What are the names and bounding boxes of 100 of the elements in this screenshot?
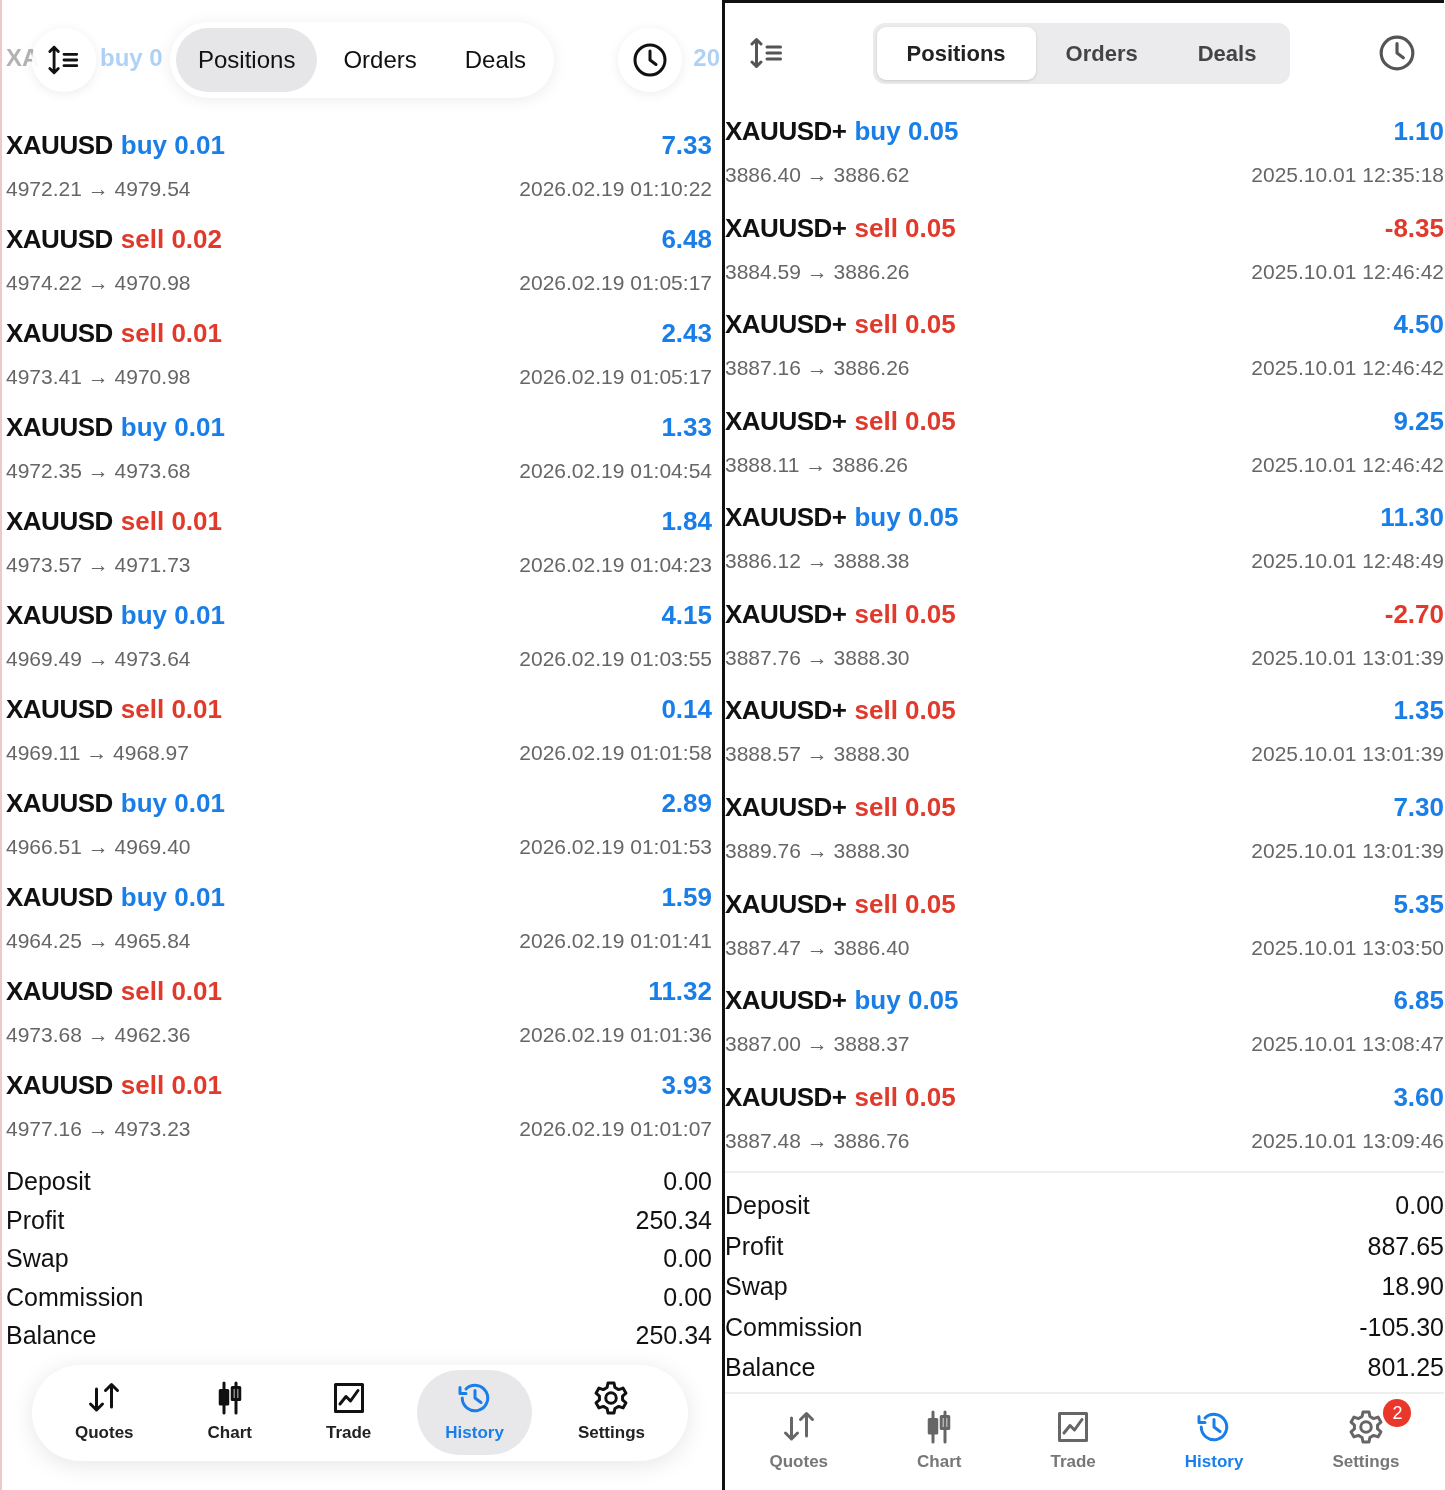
time-text: 2026.02.19 01:05:17: [519, 269, 712, 296]
symbol-text: XAUUSD+: [725, 985, 847, 1016]
summary-label: Balance: [6, 1320, 97, 1351]
profit-text: 6.48: [661, 222, 712, 256]
profit-text: 2.43: [661, 316, 712, 350]
nav-tab[interactable]: Settings 2: [1312, 1399, 1420, 1485]
price-text: 4972.35 → 4973.68: [6, 457, 191, 484]
summary-label: Deposit: [725, 1190, 810, 1222]
history-period-button[interactable]: [1378, 34, 1416, 72]
symbol-text: XA: [6, 43, 40, 73]
order-text: sell 0.01: [120, 317, 222, 348]
tab[interactable]: Orders: [321, 28, 439, 92]
settings-icon: [1347, 1409, 1384, 1446]
time-text: 2026.02.19 01:04:54: [519, 457, 712, 484]
price-text: 4974.22 → 4970.98: [6, 269, 191, 296]
symbol-text: XAUUSD: [6, 787, 113, 818]
symbol-text: XAUUSD: [6, 881, 113, 912]
price-text: 3886.12 → 3888.38: [725, 548, 910, 575]
profit-text: 2.89: [661, 786, 712, 820]
price-text: 4972.21 → 4979.54: [6, 175, 191, 202]
profit-text: -8.35: [1384, 211, 1444, 245]
summary-label: Deposit: [6, 1166, 91, 1197]
nav-tab[interactable]: History: [1164, 1399, 1264, 1485]
time-text: 2025.10.01 13:09:46: [1251, 1127, 1444, 1154]
time-text: 2025.10.01 12:48:49: [1251, 548, 1444, 575]
summary-value: 801.25: [1367, 1352, 1444, 1384]
sort-button[interactable]: [749, 35, 785, 71]
symbol-text: XAUUSD+: [725, 1081, 847, 1112]
summary-value: 250.34: [635, 1320, 712, 1351]
price-text: 4973.41 → 4970.98: [6, 363, 191, 390]
profit-text: 1.35: [1393, 694, 1444, 728]
profit-text: 1.59: [661, 880, 712, 914]
profit-text: 5.35: [1393, 887, 1444, 921]
clock-icon: [1378, 34, 1416, 72]
summary-value: 887.65: [1367, 1230, 1444, 1262]
price-text: 3886.40 → 3886.62: [725, 162, 910, 189]
symbol-text: XAUUSD+: [725, 405, 847, 436]
price-text: 4964.25 → 4965.84: [6, 927, 191, 954]
order-text: buy 0.01: [120, 599, 225, 630]
summary-value: -105.30: [1359, 1311, 1444, 1343]
order-text: sell 0.05: [854, 1081, 956, 1112]
symbol-text: XAUUSD: [6, 317, 113, 348]
price-text: 4977.16 → 4973.23: [6, 1115, 191, 1142]
time-text: 2026.02.19 01:01:58: [519, 739, 712, 766]
nav-tab[interactable]: Trade: [297, 1369, 400, 1456]
summary-value: 0.00: [663, 1281, 712, 1313]
profit-text: 1.10: [1393, 115, 1444, 149]
order-text: sell 0.01: [120, 975, 222, 1006]
time-text: 2025.10.01 12:46:42: [1251, 355, 1444, 382]
tab[interactable]: Deals: [1167, 26, 1287, 80]
order-text: sell 0.05: [854, 695, 956, 726]
price-text: 3887.48 → 3886.76: [725, 1127, 910, 1154]
tab[interactable]: Orders: [1035, 26, 1168, 80]
profit-text: 3.60: [1393, 1080, 1444, 1114]
order-text: sell 0.01: [120, 505, 222, 536]
price-text: 3887.00 → 3888.37: [725, 1031, 910, 1058]
time-text: 2025.10.01 13:08:47: [1251, 1031, 1444, 1058]
nav-tab[interactable]: Chart: [179, 1369, 280, 1456]
time-text: 2025.10.01 13:01:39: [1251, 644, 1444, 671]
tab[interactable]: Positions: [176, 28, 318, 92]
summary-label: Profit: [6, 1204, 65, 1236]
nav-tab[interactable]: Quotes: [47, 1369, 162, 1456]
summary-label: Swap: [725, 1271, 788, 1303]
summary-value: 0.00: [1395, 1190, 1444, 1222]
summary-value: 18.90: [1381, 1271, 1444, 1303]
notification-badge: 2: [1383, 1399, 1412, 1428]
price-text: 4973.68 → 4962.36: [6, 1021, 191, 1048]
profit-text: 3.93: [661, 1068, 712, 1102]
price-text: 3887.76 → 3888.30: [725, 644, 910, 671]
symbol-text: XAUUSD: [6, 693, 113, 724]
order-text: sell 0.05: [854, 598, 956, 629]
time-text: 2026.02.19 01:10:22: [519, 175, 712, 202]
order-text: sell 0.05: [854, 309, 956, 340]
symbol-text: XAUUSD+: [725, 502, 847, 533]
tab[interactable]: Positions: [876, 26, 1036, 80]
symbol-text: XAUUSD+: [725, 116, 847, 147]
price-text: 3889.76 → 3888.30: [725, 837, 910, 864]
symbol-text: XAUUSD+: [725, 212, 847, 243]
profit-text: -2.70: [1384, 597, 1444, 631]
tab[interactable]: Deals: [442, 28, 549, 92]
order-text: buy 0.01: [120, 411, 225, 442]
symbol-text: XAUUSD+: [725, 309, 847, 340]
nav-tab[interactable]: Settings: [549, 1369, 673, 1456]
nav-tab[interactable]: Chart: [897, 1399, 982, 1485]
profit-text: 9.25: [1393, 404, 1444, 438]
order-text: sell 0.01: [120, 1069, 222, 1100]
profit-text: 20: [693, 43, 720, 73]
profit-text: 11.30: [1380, 501, 1444, 535]
order-text: sell 0.05: [854, 791, 956, 822]
time-text: 2025.10.01 12:46:42: [1251, 451, 1444, 478]
summary-label: Swap: [6, 1243, 69, 1274]
time-text: 2025.10.01 13:03:50: [1251, 934, 1444, 961]
order-text: buy 0.01: [120, 881, 225, 912]
order-text: buy 0: [100, 43, 163, 73]
summary-value: 0.00: [663, 1166, 712, 1197]
summary-value: 250.34: [635, 1204, 712, 1236]
time-text: 2026.02.19 01:01:41: [519, 927, 712, 954]
nav-tab[interactable]: Trade: [1030, 1399, 1116, 1485]
symbol-text: XAUUSD: [6, 129, 113, 160]
nav-tab[interactable]: Quotes: [749, 1399, 849, 1485]
